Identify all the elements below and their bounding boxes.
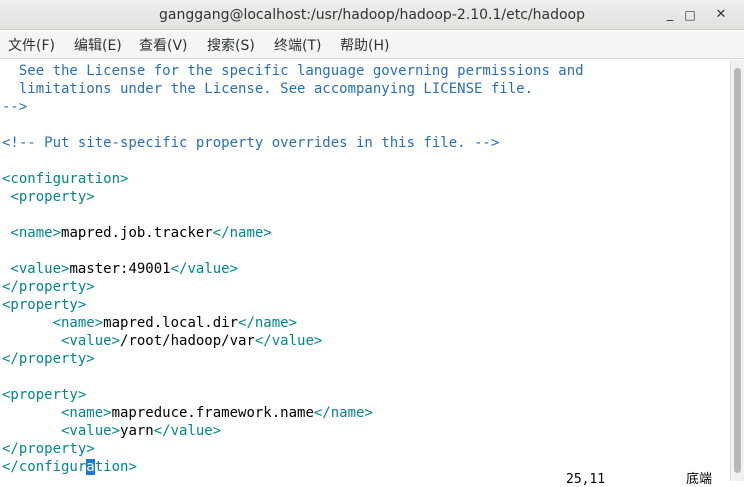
vertical-scrollbar[interactable] (730, 60, 744, 481)
editor-text-segment: <property> (2, 387, 87, 403)
editor-text-segment: </configur (2, 459, 87, 475)
editor-text-segment: <property> (2, 189, 95, 205)
menu-edit[interactable]: 编辑(E) (74, 31, 122, 59)
menu-file[interactable]: 文件(F) (8, 31, 55, 59)
menu-help[interactable]: 帮助(H) (340, 31, 389, 59)
editor-text-segment: <name> (2, 225, 62, 241)
editor-text-segment: </property> (2, 351, 95, 367)
menu-bar: 文件(F) 编辑(E) 查看(V) 搜索(S) 终端(T) 帮助(H) (0, 31, 744, 59)
editor-text-segment: </property> (2, 279, 95, 295)
editor-text-segment: /root/hadoop/var (120, 333, 255, 349)
scrollbar-thumb[interactable] (734, 68, 741, 473)
editor-text-segment: mapred.local.dir (103, 315, 239, 331)
editor-line: </property> (2, 278, 95, 296)
editor-text-segment: </name> (238, 315, 298, 331)
editor-line: <value>/root/hadoop/var</value> (2, 332, 322, 350)
editor-text-segment: <value> (2, 333, 121, 349)
editor-text-segment: <configuration> (2, 171, 129, 187)
window-titlebar[interactable]: ganggang@localhost:/usr/hadoop/hadoop-2.… (0, 0, 744, 30)
maximize-icon[interactable]: □ (679, 4, 701, 26)
editor-line: <property> (2, 188, 95, 206)
editor-text-segment: mapred.job.tracker (61, 225, 213, 241)
editor-line: </property> (2, 350, 95, 368)
minimize-icon[interactable]: _ (659, 4, 681, 26)
close-icon[interactable]: ✕ (710, 4, 732, 26)
editor-line: <value>master:49001</value> (2, 260, 238, 278)
editor-text-segment: </name> (212, 225, 272, 241)
editor-text-segment: </name> (313, 405, 373, 421)
editor-line: <name>mapred.job.tracker</name> (2, 224, 272, 242)
editor-text-segment: </property> (2, 441, 95, 457)
editor-text-segment: <!-- Put site-specific property override… (2, 135, 500, 151)
editor-line: <configuration> (2, 170, 128, 188)
editor-text-segment: <name> (2, 405, 112, 421)
editor-text-segment: </value> (254, 333, 323, 349)
editor-line: </configuration> (2, 458, 137, 476)
editor-line: <!-- Put site-specific property override… (2, 134, 499, 152)
window-title: ganggang@localhost:/usr/hadoop/hadoop-2.… (159, 7, 585, 23)
editor-line: See the License for the specific languag… (2, 62, 584, 80)
editor-text-segment: <name> (2, 315, 104, 331)
editor-text-segment: yarn (120, 423, 154, 439)
editor-line: <property> (2, 386, 86, 404)
editor-text-segment: </value> (153, 423, 222, 439)
terminal-editor[interactable]: See the License for the specific languag… (0, 60, 730, 481)
editor-line: <property> (2, 296, 86, 314)
editor-text-segment: <value> (2, 261, 70, 277)
editor-text-segment: </value> (170, 261, 239, 277)
editor-line: <name>mapred.local.dir</name> (2, 314, 297, 332)
menu-view[interactable]: 查看(V) (139, 31, 188, 59)
editor-text-segment: master:49001 (69, 261, 171, 277)
editor-line: limitations under the License. See accom… (2, 80, 533, 98)
editor-text-segment: mapreduce.framework.name (111, 405, 314, 421)
editor-text-segment: See the License for the specific languag… (2, 63, 584, 79)
editor-text-segment: <property> (2, 297, 87, 313)
editor-text-segment: tion> (94, 459, 137, 475)
menu-search[interactable]: 搜索(S) (207, 31, 255, 59)
editor-line: </property> (2, 440, 95, 458)
editor-line: --> (2, 98, 27, 116)
editor-text-segment: --> (2, 99, 28, 115)
cursor-position: 25,11 (566, 472, 606, 487)
menu-terminal[interactable]: 终端(T) (274, 31, 321, 59)
editor-line: <name>mapreduce.framework.name</name> (2, 404, 373, 422)
editor-text-segment: <value> (2, 423, 121, 439)
editor-line: <value>yarn</value> (2, 422, 221, 440)
scroll-indicator: 底端 (686, 472, 713, 487)
editor-text-segment: limitations under the License. See accom… (2, 81, 534, 97)
text-cursor: a (86, 459, 95, 475)
